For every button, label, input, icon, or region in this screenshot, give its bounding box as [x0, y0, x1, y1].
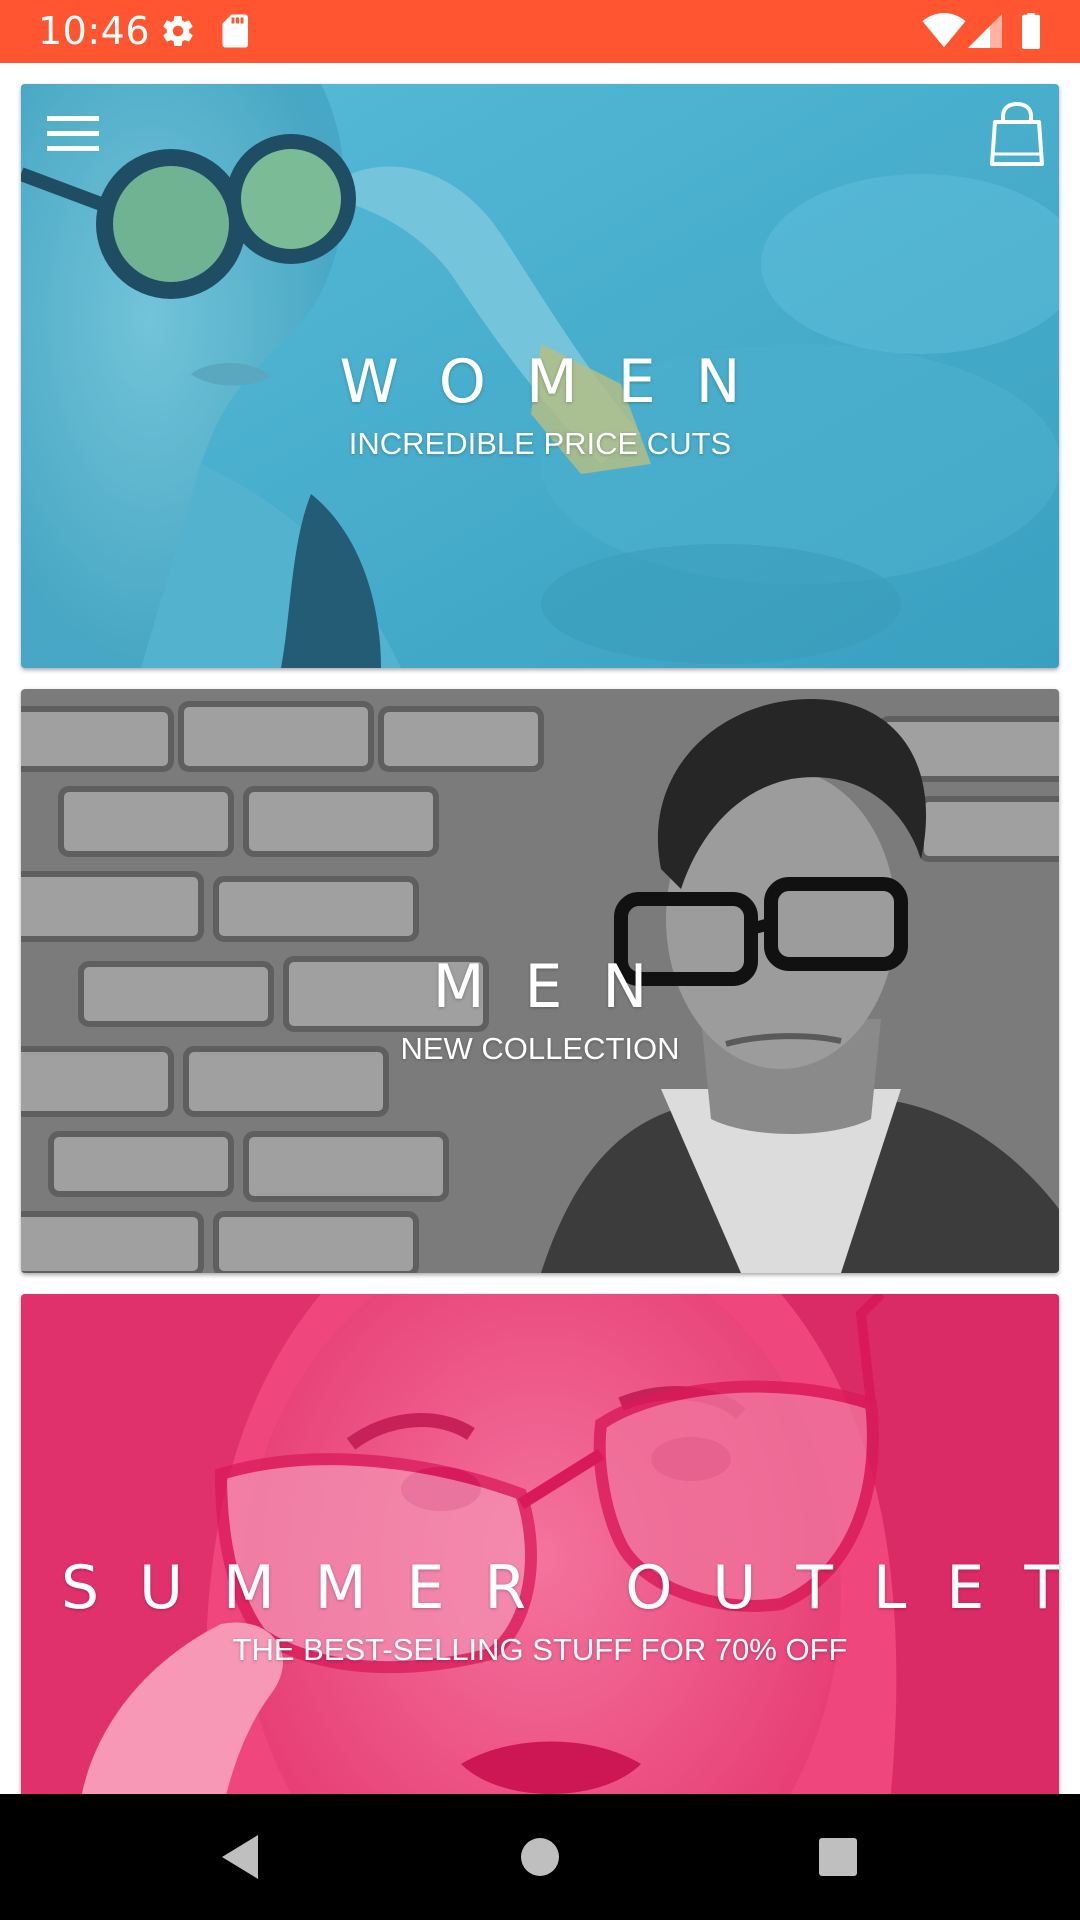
women-card-text: WOMEN INCREDIBLE PRICE CUTS [21, 346, 1059, 464]
summer-outlet-card-text: SUMMER OUTLET THE BEST-SELLING STUFF FOR… [21, 1552, 1059, 1670]
status-bar: 10:46 [0, 0, 1080, 63]
wifi-icon [922, 13, 966, 54]
summer-outlet-title: SUMMER OUTLET [61, 1553, 1059, 1623]
summer-outlet-subtitle: THE BEST-SELLING STUFF FOR 70% OFF [232, 1632, 848, 1667]
system-navigation-bar [0, 1794, 1080, 1920]
sd-card-icon [220, 13, 252, 54]
category-card-men[interactable]: MEN NEW COLLECTION [21, 689, 1059, 1273]
hamburger-menu-icon[interactable] [47, 114, 99, 159]
back-icon[interactable] [210, 1827, 270, 1887]
cellular-signal-icon [968, 13, 1002, 54]
home-icon[interactable] [510, 1827, 570, 1887]
men-card-text: MEN NEW COLLECTION [21, 951, 1059, 1069]
men-subtitle: NEW COLLECTION [400, 1031, 680, 1066]
settings-gear-icon [160, 13, 196, 54]
category-card-summer-outlet[interactable]: SUMMER OUTLET THE BEST-SELLING STUFF FOR… [21, 1294, 1059, 1794]
category-list: WOMEN INCREDIBLE PRICE CUTS MEN NEW COLL… [0, 63, 1080, 1794]
men-title: MEN [432, 952, 688, 1022]
women-title: WOMEN [339, 347, 781, 417]
women-subtitle: INCREDIBLE PRICE CUTS [348, 426, 732, 461]
status-time: 10:46 [38, 9, 151, 53]
summer-outlet-banner-image [21, 1294, 1059, 1794]
shopping-bag-icon[interactable] [989, 101, 1045, 173]
category-card-women[interactable]: WOMEN INCREDIBLE PRICE CUTS [21, 84, 1059, 668]
battery-icon [1020, 13, 1042, 54]
recents-icon[interactable] [808, 1827, 868, 1887]
